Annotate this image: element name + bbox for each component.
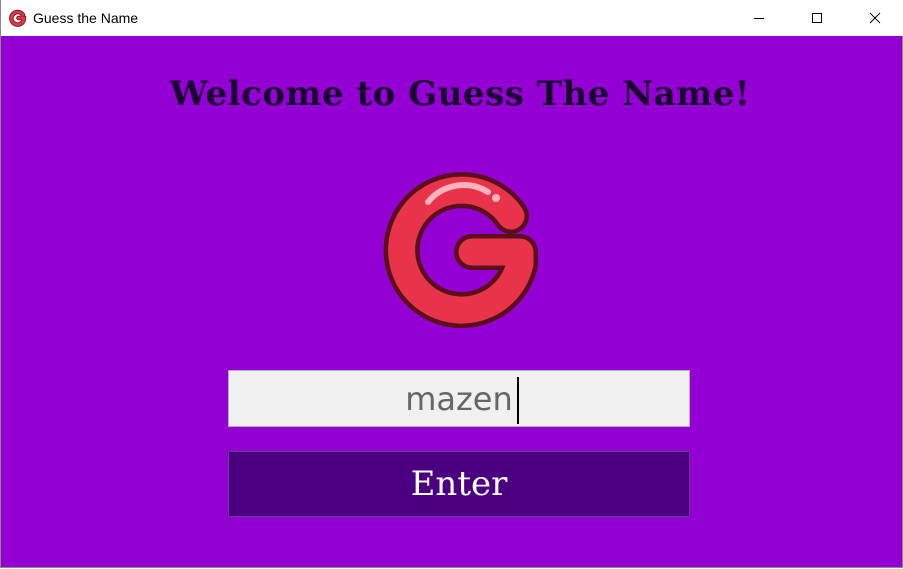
- title-bar[interactable]: Guess the Name: [1, 0, 903, 36]
- close-icon: [869, 9, 881, 28]
- enter-button[interactable]: Enter: [228, 451, 690, 517]
- welcome-heading: Welcome to Guess The Name!: [169, 74, 751, 114]
- window-title: Guess the Name: [33, 10, 139, 26]
- window-controls: [730, 0, 903, 36]
- close-button[interactable]: [846, 0, 903, 36]
- text-caret: [517, 377, 519, 424]
- app-window: Guess the Name Welcome to Guess The Name…: [0, 0, 903, 568]
- g-logo-icon: [8, 8, 28, 28]
- maximize-icon: [811, 9, 823, 28]
- g-logo-icon: [380, 168, 544, 332]
- enter-button-label: Enter: [410, 464, 508, 504]
- main-content: Welcome to Guess The Name! Enter: [2, 36, 902, 567]
- maximize-button[interactable]: [788, 0, 846, 36]
- minimize-button[interactable]: [730, 0, 788, 36]
- name-input[interactable]: [228, 370, 690, 427]
- minimize-icon: [753, 9, 765, 28]
